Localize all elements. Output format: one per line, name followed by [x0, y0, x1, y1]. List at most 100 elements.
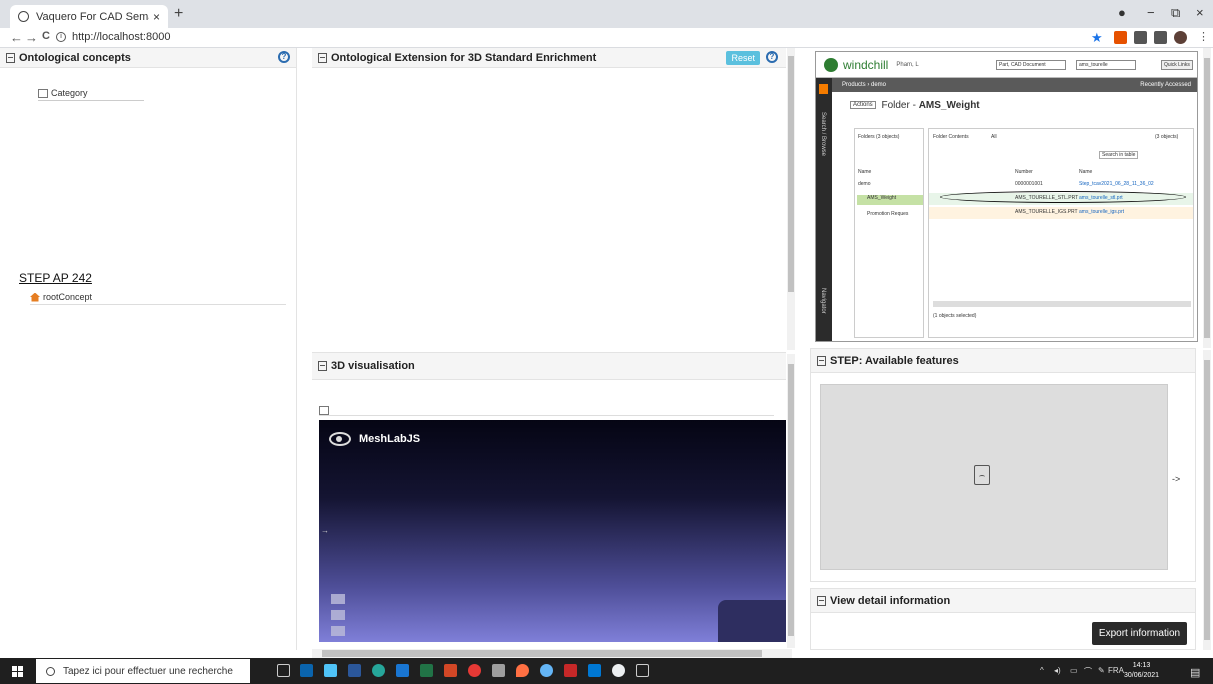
new-tab-button[interactable]: +	[174, 5, 183, 23]
light-icon[interactable]	[331, 594, 345, 604]
museum-icon[interactable]	[331, 610, 345, 620]
help-icon[interactable]: ?	[278, 51, 290, 63]
tree-node: Promotion Reques	[867, 211, 909, 217]
model-toolbar	[319, 404, 774, 416]
close-window-button[interactable]: ×	[1196, 5, 1204, 20]
tool-icon[interactable]	[331, 626, 345, 636]
model-icon[interactable]	[319, 406, 329, 415]
word-icon[interactable]	[348, 664, 361, 677]
folder-contents-label: Folder Contents	[933, 134, 969, 140]
app-icon[interactable]	[564, 664, 577, 677]
windchill-contents-pane: Folder Contents All (3 objects) Search i…	[928, 128, 1194, 338]
scrollbar-thumb[interactable]	[1204, 360, 1210, 640]
breadcrumb-text: Products › demo	[842, 82, 887, 88]
panel-icon	[817, 355, 826, 366]
extension-icon[interactable]	[1114, 31, 1127, 44]
clock[interactable]: 14:13 30/06/2021	[1124, 661, 1159, 681]
next-arrow[interactable]: ->	[1172, 474, 1180, 484]
folders-label: Folders (3 objects)	[858, 134, 900, 140]
minimize-button[interactable]: −	[1147, 5, 1155, 20]
scrollbar[interactable]	[787, 48, 795, 350]
broken-image-icon	[974, 465, 990, 485]
meshlab-eye-icon	[329, 432, 351, 446]
viewer-tools	[331, 588, 351, 636]
reload-button[interactable]: C	[42, 30, 50, 42]
horizontal-scrollbar[interactable]	[312, 649, 792, 658]
scrollbar-thumb[interactable]	[1204, 58, 1210, 338]
row-number: AMS_TOURELLE_IGS.PRT	[1015, 209, 1078, 215]
tray-chevron-icon[interactable]: ^	[1040, 666, 1044, 675]
explorer-icon[interactable]	[324, 664, 337, 677]
forward-button[interactable]: →	[25, 30, 38, 45]
export-information-button[interactable]: Export information	[1092, 622, 1187, 645]
scrollbar-thumb[interactable]	[322, 650, 762, 657]
windchill-sidebar: Search / Browse Navigator	[816, 78, 832, 341]
vscode-icon[interactable]	[588, 664, 601, 677]
pen-icon[interactable]: ✎	[1098, 666, 1105, 675]
meshlab-logo: MeshLabJS	[329, 432, 420, 446]
excel-icon[interactable]	[420, 664, 433, 677]
battery-icon[interactable]: ▭	[1070, 666, 1078, 675]
category-label: Category	[51, 88, 88, 98]
notification-icon[interactable]: ▤	[1190, 666, 1200, 679]
puzzle-icon[interactable]	[1154, 31, 1167, 44]
highlight-ellipse	[940, 191, 1186, 203]
browser-tab[interactable]: Vaquero For CAD Semantic Enric ×	[10, 5, 168, 28]
windchill-folders-pane: Folders (3 objects) Name demo AMS_Weight…	[854, 128, 924, 338]
scrollbar-thumb[interactable]	[788, 56, 794, 292]
panel-header: STEP: Available features	[811, 349, 1195, 373]
outlook-icon[interactable]	[300, 664, 313, 677]
avatar[interactable]	[1174, 31, 1187, 44]
category-icon	[38, 88, 48, 98]
powerpoint-icon[interactable]	[444, 664, 457, 677]
reset-button[interactable]: Reset	[726, 51, 760, 65]
windows-start-icon[interactable]	[12, 666, 23, 677]
back-button[interactable]: ←	[10, 30, 23, 45]
expand-arrow-icon[interactable]: →	[321, 526, 329, 535]
language-indicator[interactable]: FRA	[1108, 666, 1124, 675]
viewer-panel[interactable]	[718, 600, 786, 642]
scrollbar[interactable]	[787, 354, 795, 648]
task-view-icon[interactable]	[277, 664, 290, 677]
restore-button[interactable]: ⧉	[1171, 5, 1180, 21]
url-field[interactable]: i http://localhost:8000	[56, 31, 170, 43]
col-name: Name	[858, 169, 872, 175]
row-number: 0000001001	[1015, 181, 1043, 187]
tree-node-selected: AMS_Weight	[857, 195, 923, 205]
chrome-icon[interactable]	[468, 664, 481, 677]
step-ap242-link[interactable]: STEP AP 242	[19, 271, 92, 285]
windchill-search-type: Part, CAD Document	[996, 60, 1066, 70]
tree-item-category[interactable]: Category	[38, 88, 144, 101]
extension-icon[interactable]	[1134, 31, 1147, 44]
scrollbar[interactable]	[1203, 350, 1211, 650]
app-icon[interactable]	[492, 664, 505, 677]
col-number: Number	[1015, 169, 1033, 175]
panel-icon	[6, 52, 15, 63]
app-icon[interactable]	[540, 664, 553, 677]
ontological-extension-panel: Ontological Extension for 3D Standard En…	[312, 48, 786, 348]
table-scrollbar	[933, 301, 1191, 307]
search-icon	[46, 666, 55, 676]
panel-icon	[318, 361, 327, 371]
scrollbar[interactable]	[1203, 48, 1211, 348]
profile-icon[interactable]: ●	[1118, 5, 1126, 20]
site-info-icon[interactable]: i	[56, 32, 66, 42]
app-icon[interactable]	[636, 664, 649, 677]
recently-accessed: Recently Accessed	[1140, 82, 1191, 88]
tree-item-root-concept[interactable]: rootConcept	[30, 292, 286, 305]
meshlab-viewer[interactable]: MeshLabJS →	[319, 420, 786, 642]
url-text: http://localhost:8000	[72, 31, 171, 43]
app-icon[interactable]	[612, 664, 625, 677]
app-icon[interactable]	[516, 664, 529, 677]
selected-count: (1 objects selected)	[933, 313, 977, 319]
tab-close-icon[interactable]: ×	[153, 10, 160, 24]
app-icon[interactable]	[396, 664, 409, 677]
volume-icon[interactable]: ◂)	[1054, 666, 1061, 675]
taskbar-search-input[interactable]: Tapez ici pour effectuer une recherche	[36, 659, 250, 683]
help-icon[interactable]: ?	[766, 51, 778, 63]
scrollbar-thumb[interactable]	[788, 364, 794, 636]
bookmark-star-icon[interactable]: ★	[1091, 30, 1103, 46]
app-icon[interactable]	[372, 664, 385, 677]
menu-icon[interactable]: ⋮	[1198, 30, 1209, 43]
network-icon[interactable]: ⌒	[1084, 666, 1092, 677]
